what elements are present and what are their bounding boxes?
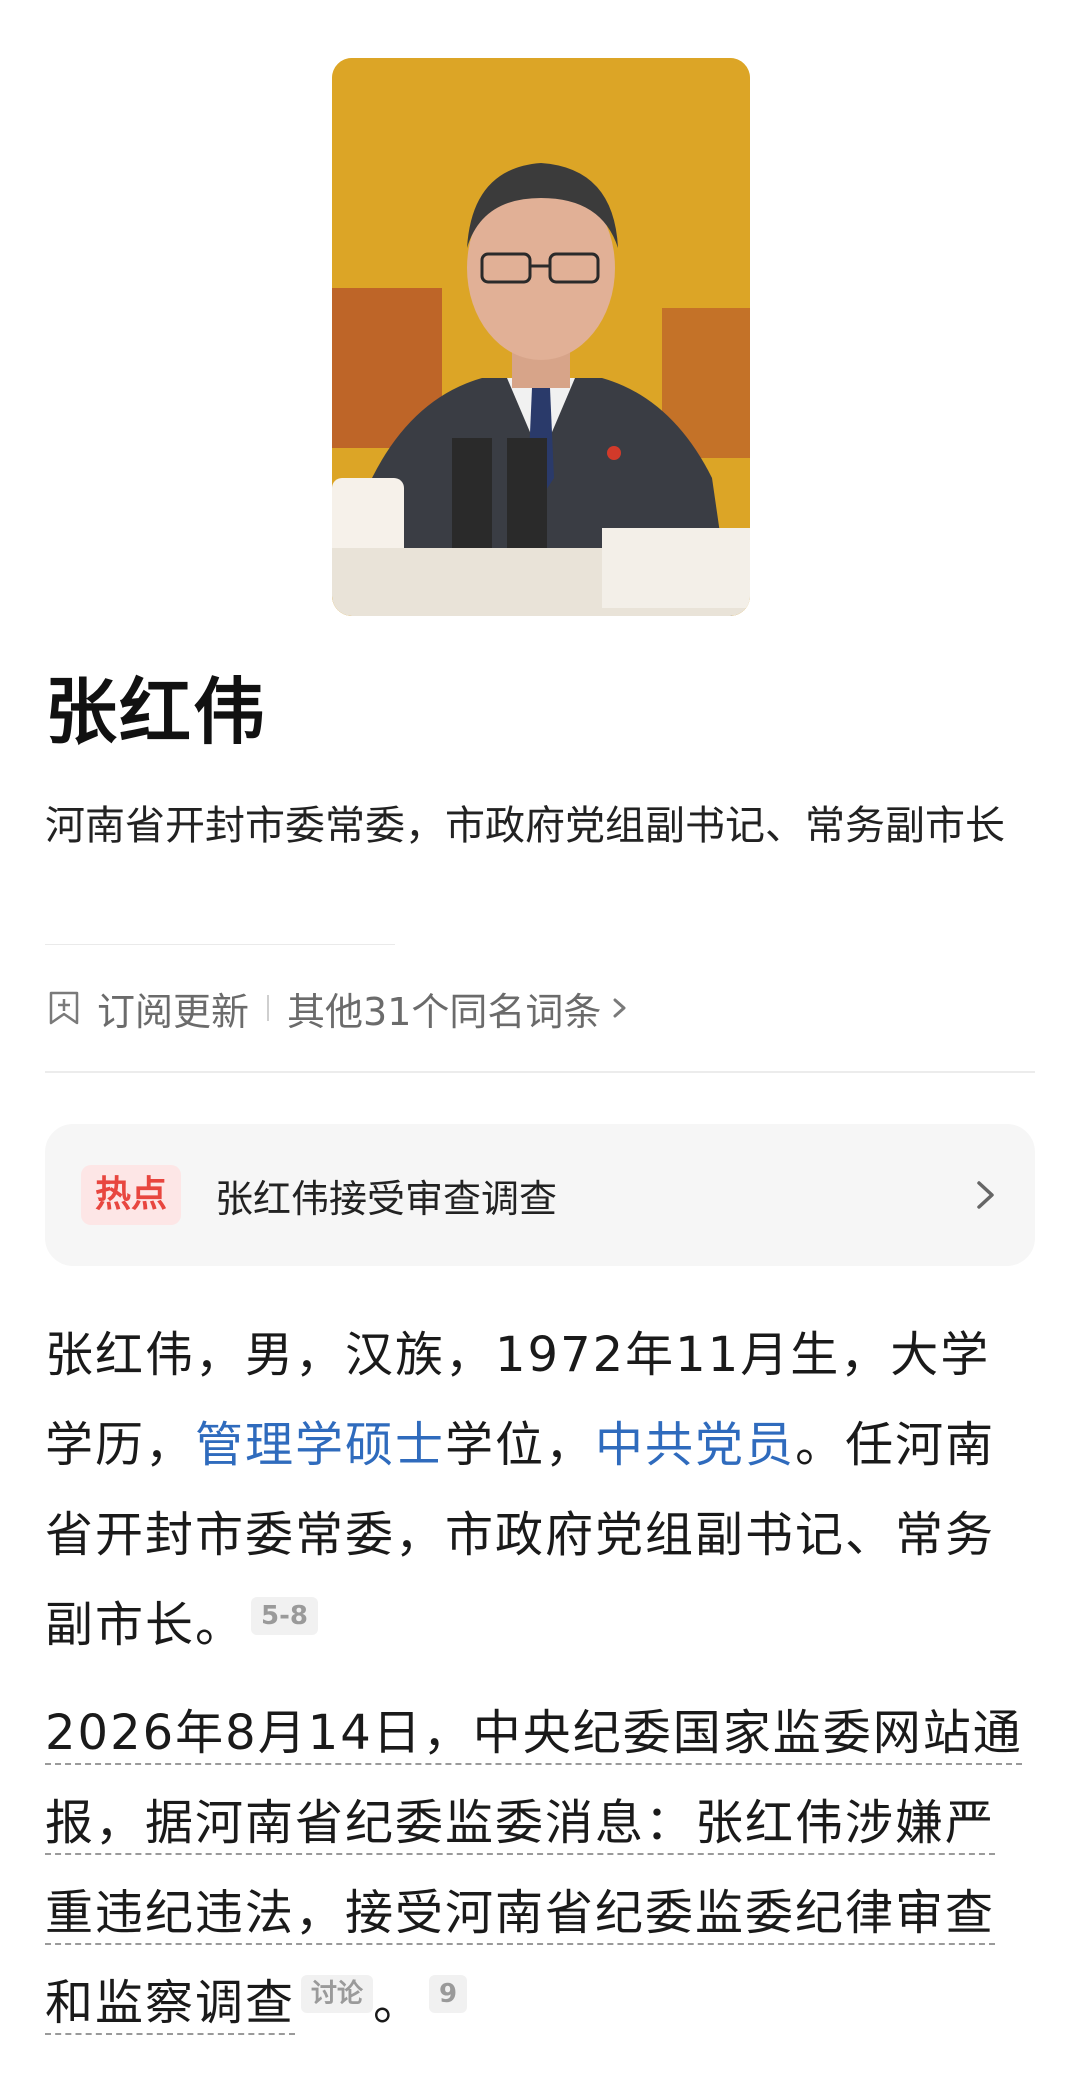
hot-topic-text: 张红伟接受审查调查 (215, 1176, 558, 1221)
profile-photo[interactable] (332, 58, 750, 616)
bookmark-icon[interactable] (45, 989, 83, 1027)
chevron-right-icon (613, 998, 626, 1018)
news-paragraph: 2026年8月14日，中央纪委国家监委网站通报，据河南省纪委监委消息：张红伟涉嫌… (45, 1688, 1040, 2048)
subscribe-button[interactable]: 订阅更新 (97, 981, 249, 1036)
divider (45, 944, 395, 945)
page-title: 张红伟 (45, 670, 268, 754)
hot-badge: 热点 (81, 1165, 182, 1225)
paragraph-text[interactable]: 2026年8月14日，中央纪委国家监委网站通报，据河南省纪委监委消息：张红伟涉嫌… (45, 1705, 1023, 2031)
other-entries-link[interactable]: 其他31个同名词条 (287, 981, 601, 1036)
portrait-image (332, 58, 750, 616)
hot-topic-card[interactable]: 热点 张红伟接受审查调查 (45, 1124, 1035, 1266)
divider (45, 1071, 1035, 1073)
chevron-right-icon (977, 1181, 994, 1209)
entry-actions-row: 订阅更新 其他31个同名词条 (45, 978, 631, 1038)
discuss-tag[interactable]: 讨论 (301, 1975, 374, 2013)
subtitle-description: 河南省开封市委常委，市政府党组副书记、常务副市长 (45, 803, 1005, 849)
summary-paragraph: 张红伟，男，汉族，1972年11月生，大学学历，管理学硕士学位，中共党员。任河南… (45, 1310, 1040, 1670)
divider (267, 995, 270, 1021)
paragraph-end: 。 (373, 1975, 424, 2031)
link-management-master[interactable]: 管理学硕士 (195, 1417, 445, 1473)
reference-marker[interactable]: 5-8 (251, 1597, 318, 1635)
reference-marker[interactable]: 9 (429, 1975, 468, 2013)
paragraph-text: 学位， (445, 1417, 596, 1473)
link-cpc-member[interactable]: 中共党员 (595, 1417, 795, 1473)
